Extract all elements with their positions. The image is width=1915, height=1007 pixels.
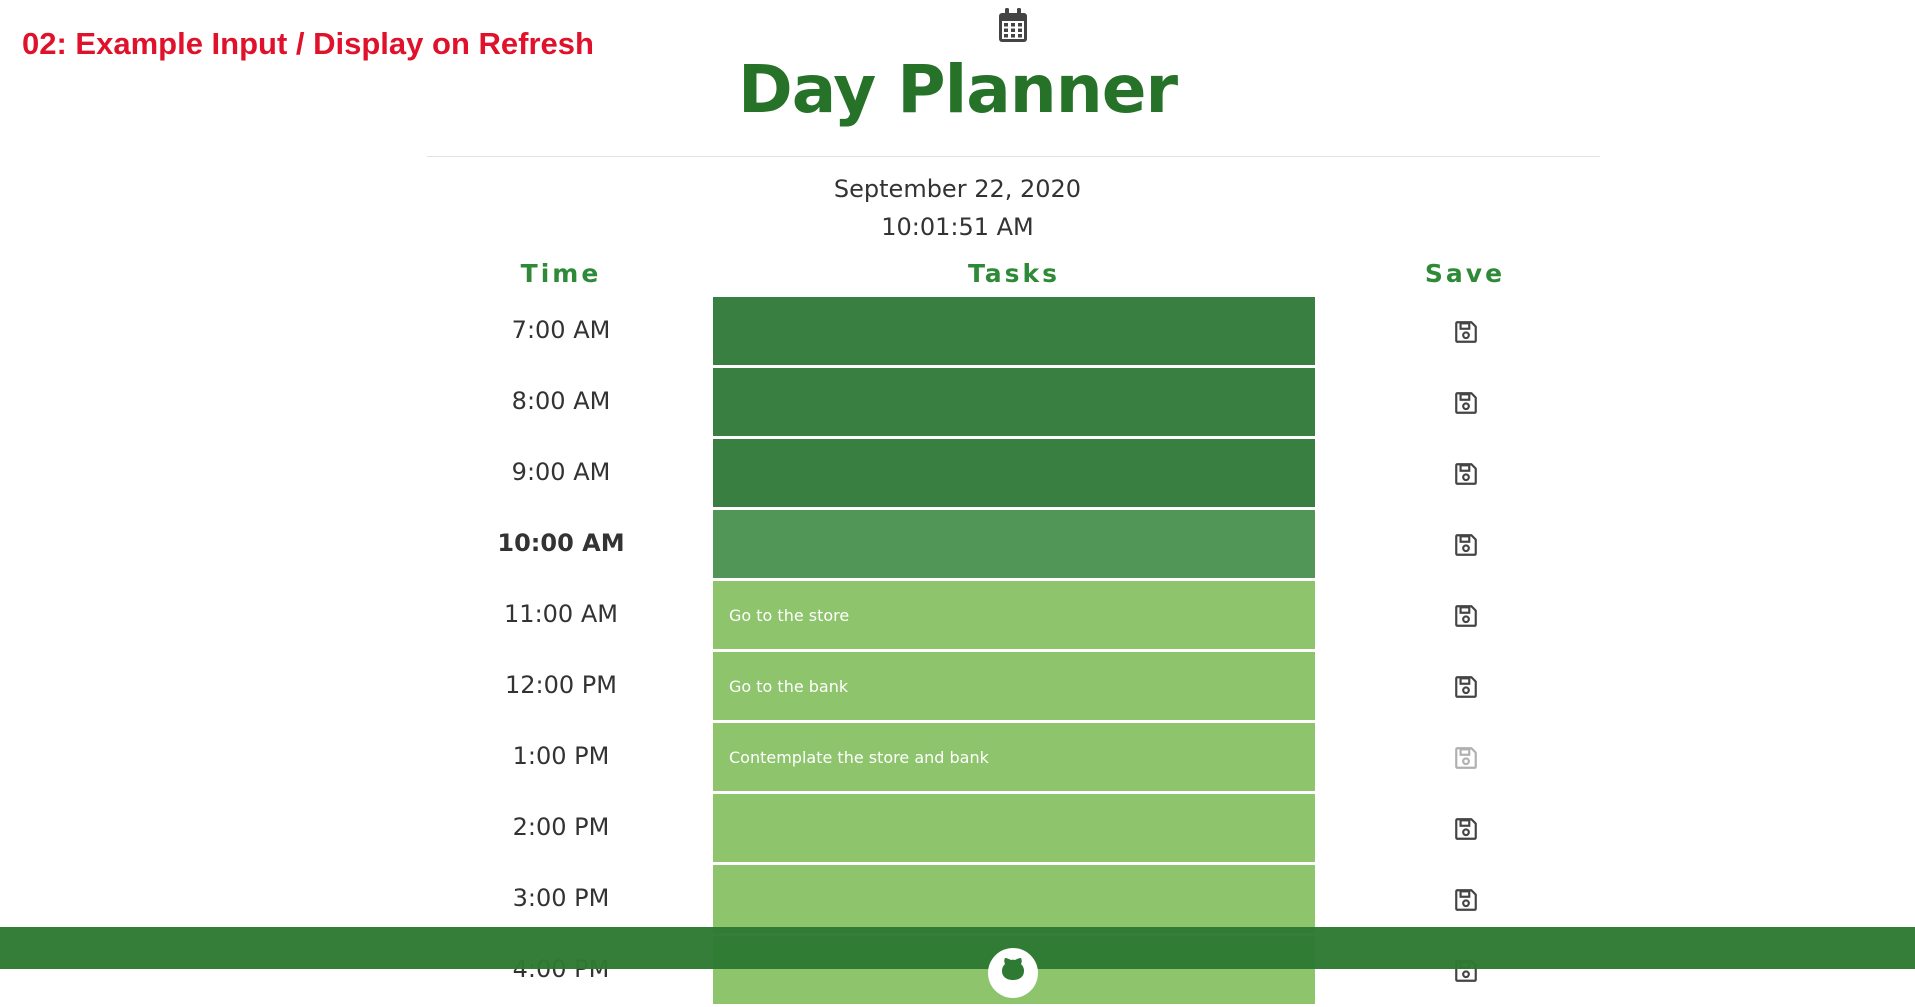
current-date: September 22, 2020 (833, 175, 1082, 203)
planner-rows: 7:00 AM 8:00 AM 9:00 AM 10:00 AM 11:00 A… (0, 297, 1915, 1007)
floppy-disk-icon (1455, 676, 1477, 698)
hour-row: 7:00 AM (0, 297, 1915, 368)
task-textarea[interactable]: Contemplate the store and bank (713, 723, 1315, 791)
task-textarea[interactable] (713, 439, 1315, 507)
save-button[interactable] (1446, 317, 1486, 347)
task-textarea[interactable]: Go to the store (713, 581, 1315, 649)
hour-label: 7:00 AM (511, 316, 611, 344)
task-textarea[interactable]: Go to the bank (713, 652, 1315, 720)
save-column-header: Save (1424, 259, 1506, 288)
floppy-disk-icon (1455, 747, 1477, 769)
hour-label: 3:00 PM (512, 884, 610, 912)
floppy-disk-icon (1455, 534, 1477, 556)
hour-label: 9:00 AM (511, 458, 611, 486)
save-button[interactable] (1446, 743, 1486, 773)
save-button[interactable] (1446, 530, 1486, 560)
column-headers: Time Tasks Save (0, 257, 1915, 293)
hour-row: 2:00 PM (0, 794, 1915, 865)
floppy-disk-icon (1455, 463, 1477, 485)
hour-row: 9:00 AM (0, 439, 1915, 510)
footer (0, 927, 1915, 998)
hour-label: 8:00 AM (511, 387, 611, 415)
save-button[interactable] (1446, 814, 1486, 844)
hour-label: 10:00 AM (497, 529, 625, 557)
save-button[interactable] (1446, 459, 1486, 489)
hour-row: 3:00 PM (0, 865, 1915, 936)
hour-label: 12:00 PM (505, 671, 617, 699)
current-time: 10:01:51 AM (881, 213, 1034, 241)
hour-row: 11:00 AM Go to the store (0, 581, 1915, 652)
floppy-disk-icon (1455, 392, 1477, 414)
hour-label: 11:00 AM (504, 600, 618, 628)
save-button[interactable] (1446, 672, 1486, 702)
task-textarea[interactable] (713, 865, 1315, 933)
hour-row: 1:00 PM Contemplate the store and bank (0, 723, 1915, 794)
hour-label: 1:00 PM (512, 742, 610, 770)
floppy-disk-icon (1455, 321, 1477, 343)
hour-row: 12:00 PM Go to the bank (0, 652, 1915, 723)
floppy-disk-icon (1455, 889, 1477, 911)
save-button[interactable] (1446, 601, 1486, 631)
header-divider (427, 156, 1600, 157)
floppy-disk-icon (1455, 605, 1477, 627)
save-button[interactable] (1446, 885, 1486, 915)
hour-label: 2:00 PM (512, 813, 610, 841)
time-column-header: Time (520, 259, 602, 288)
task-textarea[interactable] (713, 794, 1315, 862)
save-button[interactable] (1446, 388, 1486, 418)
hour-row: 8:00 AM (0, 368, 1915, 439)
calendar-icon (999, 8, 1027, 42)
floppy-disk-icon (1455, 818, 1477, 840)
hour-row: 10:00 AM (0, 510, 1915, 581)
task-textarea[interactable] (713, 510, 1315, 578)
task-textarea[interactable] (713, 297, 1315, 365)
tasks-column-header: Tasks (967, 259, 1061, 288)
task-textarea[interactable] (713, 368, 1315, 436)
github-icon[interactable] (987, 947, 1039, 999)
page-title: Day Planner (737, 51, 1178, 128)
